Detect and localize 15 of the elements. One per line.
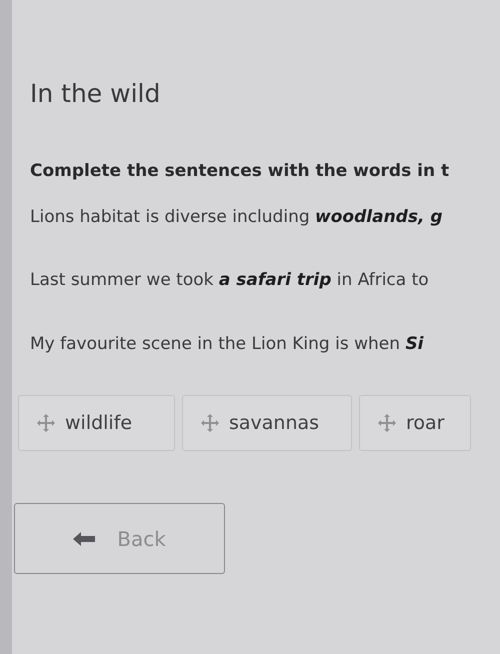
sentence-text: My favourite scene in the Lion King is when Si — [30, 332, 424, 356]
word-label: savannas — [229, 411, 320, 436]
instruction-text: Complete the sentences with the words in t — [30, 160, 450, 184]
word-label: roar — [406, 411, 444, 436]
sentence-text: Last summer we took a safari trip in Africa to — [30, 269, 429, 292]
word-tile[interactable]: savannas — [182, 395, 352, 452]
move-icon — [378, 414, 396, 432]
sentence-text: Lions habitat is diverse including woodlands, g — [30, 206, 443, 229]
word-tile[interactable]: wildlife — [18, 395, 175, 452]
left-arrow-icon — [73, 532, 96, 546]
move-icon — [37, 414, 55, 432]
word-label: wildlife — [65, 411, 132, 436]
page-title: In the wild — [30, 78, 160, 110]
word-tile[interactable]: roar — [359, 395, 471, 452]
move-icon — [201, 414, 219, 432]
